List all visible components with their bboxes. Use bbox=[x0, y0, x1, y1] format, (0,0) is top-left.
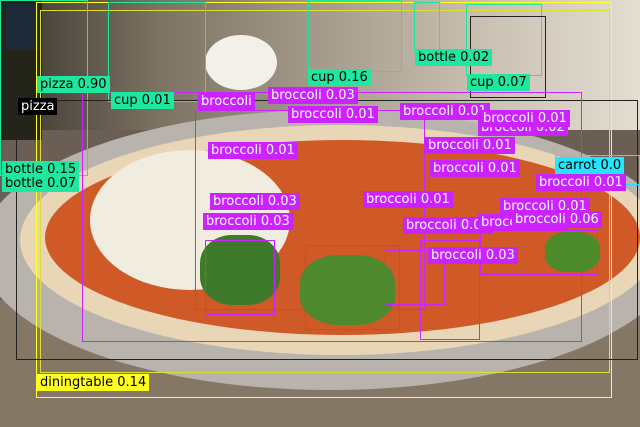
label-pizza: pizza bbox=[18, 98, 58, 115]
box-cup bbox=[108, 2, 206, 102]
label-pizza-score: pizza 0.90 bbox=[37, 76, 110, 93]
label-broccoli: broccoli 0.01 bbox=[363, 191, 453, 208]
label-broccoli: broccoli 0.01 bbox=[480, 110, 570, 127]
label-broccoli: broccoli 0.03 bbox=[210, 193, 300, 210]
label-cup: cup 0.16 bbox=[308, 69, 371, 86]
label-broccoli: broccoli 0.01 bbox=[430, 160, 520, 177]
label-bottle: bottle 0.02 bbox=[415, 49, 493, 66]
label-cup: cup 0.01 bbox=[111, 92, 174, 109]
detection-canvas: pizza 0.90 pizza bottle 0.02 cup 0.16 cu… bbox=[0, 0, 640, 427]
label-broccoli: broccoli 0.01 bbox=[400, 103, 490, 120]
label-bottle: bottle 0.07 bbox=[2, 175, 80, 192]
label-broccoli: broccoli 0.03 bbox=[428, 247, 518, 264]
box-cup bbox=[308, 0, 402, 72]
box-bottle bbox=[414, 2, 440, 52]
label-broccoli: broccoli 0.01 bbox=[536, 174, 626, 191]
box-broccoli bbox=[205, 240, 275, 315]
label-cup: cup 0.07 bbox=[467, 74, 530, 91]
label-diningtable: diningtable 0.14 bbox=[37, 374, 150, 391]
label-broccoli: broccoli 0.01 bbox=[425, 137, 515, 154]
label-broccoli: broccoli bbox=[198, 93, 255, 110]
label-broccoli: broccoli 0.03 bbox=[268, 87, 358, 104]
label-carrot: carrot 0.0 bbox=[555, 157, 625, 174]
label-broccoli: broccoli 0.01 bbox=[208, 142, 298, 159]
label-broccoli: broccoli 0.03 bbox=[203, 213, 293, 230]
label-broccoli: broccoli 0.06 bbox=[512, 211, 602, 228]
label-broccoli: broccoli 0.01 bbox=[288, 106, 378, 123]
